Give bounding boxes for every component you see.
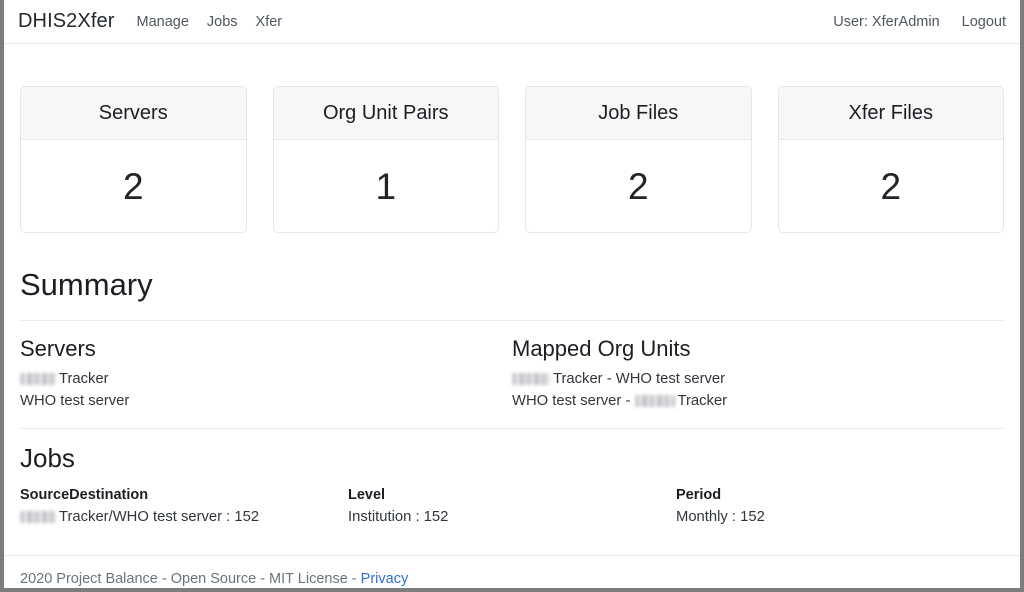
footer-text: 2020 Project Balance - Open Source - MIT… xyxy=(20,571,361,587)
stat-card-value: 2 xyxy=(880,168,901,205)
stat-card-header: Job Files xyxy=(526,87,751,140)
main-container: Servers 2 Org Unit Pairs 1 Job Files xyxy=(4,86,1020,529)
server-name: Tracker xyxy=(59,371,109,387)
stat-card-value: 2 xyxy=(123,168,144,205)
nav-link-manage[interactable]: Manage xyxy=(137,14,189,30)
page-root: DHIS2Xfer Manage Jobs Xfer User: XferAdm… xyxy=(4,0,1020,588)
stat-card-title: Org Unit Pairs xyxy=(323,102,449,125)
redacted-text-block xyxy=(635,395,675,407)
stat-card-value: 2 xyxy=(628,168,649,205)
jobs-column-level: Level Institution : 152 xyxy=(348,485,676,529)
mapped-org-units-heading: Mapped Org Units xyxy=(512,336,1004,362)
org-unit-pair-text: Tracker - WHO test server xyxy=(553,371,725,387)
navbar: DHIS2Xfer Manage Jobs Xfer User: XferAdm… xyxy=(4,0,1020,44)
summary-mapped-org-units-column: Mapped Org Units Tracker - WHO test serv… xyxy=(512,336,1004,412)
jobs-section: Jobs SourceDestination Tracker/WHO test … xyxy=(20,443,1004,529)
org-unit-pair-item: WHO test server - Tracker xyxy=(512,391,1004,413)
stat-card-title: Job Files xyxy=(598,102,678,125)
summary-columns: Servers Tracker WHO test server Mapped O… xyxy=(20,336,1004,412)
servers-heading: Servers xyxy=(20,336,512,362)
jobs-column-value: Tracker/WHO test server : 152 xyxy=(20,507,348,529)
jobs-column-value: Institution : 152 xyxy=(348,507,676,529)
jobs-column-label: SourceDestination xyxy=(20,485,348,506)
jobs-column-source-destination: SourceDestination Tracker/WHO test serve… xyxy=(20,485,348,529)
redacted-text-block xyxy=(512,373,550,385)
nav-links: Manage Jobs Xfer xyxy=(137,14,283,30)
stat-card-row: Servers 2 Org Unit Pairs 1 Job Files xyxy=(20,86,1004,233)
current-user-label: User: XferAdmin xyxy=(833,14,939,30)
jobs-value-text: Tracker/WHO test server : 152 xyxy=(59,509,259,525)
privacy-link[interactable]: Privacy xyxy=(361,571,409,587)
jobs-title: Jobs xyxy=(20,443,1004,474)
redacted-text-block xyxy=(20,373,56,385)
stat-card-xfer-files[interactable]: Xfer Files 2 xyxy=(778,86,1005,233)
org-unit-pair-item: Tracker - WHO test server xyxy=(512,369,1004,391)
stat-card-header: Org Unit Pairs xyxy=(274,87,499,140)
stat-card-servers[interactable]: Servers 2 xyxy=(20,86,247,233)
nav-link-jobs[interactable]: Jobs xyxy=(207,14,238,30)
nav-link-xfer[interactable]: Xfer xyxy=(256,14,283,30)
jobs-value-text: Institution : 152 xyxy=(348,509,448,525)
stat-card-value: 1 xyxy=(375,168,396,205)
stat-card-body: 1 xyxy=(274,140,499,232)
jobs-column-period: Period Monthly : 152 xyxy=(676,485,1004,529)
server-list-item: WHO test server xyxy=(20,391,512,413)
stat-card-title: Xfer Files xyxy=(849,102,933,125)
browser-window-frame: DHIS2Xfer Manage Jobs Xfer User: XferAdm… xyxy=(0,0,1024,592)
logout-link[interactable]: Logout xyxy=(962,14,1006,30)
stat-card-title: Servers xyxy=(99,102,168,125)
footer: 2020 Project Balance - Open Source - MIT… xyxy=(4,556,1020,588)
jobs-divider xyxy=(20,428,1004,429)
jobs-column-label: Level xyxy=(348,485,676,506)
jobs-value-text: Monthly : 152 xyxy=(676,509,765,525)
navbar-right: User: XferAdmin Logout xyxy=(833,14,1006,30)
jobs-column-value: Monthly : 152 xyxy=(676,507,1004,529)
brand-logo[interactable]: DHIS2Xfer xyxy=(18,10,115,33)
summary-divider xyxy=(20,320,1004,321)
server-name: WHO test server xyxy=(20,393,129,409)
jobs-columns: SourceDestination Tracker/WHO test serve… xyxy=(20,485,1004,529)
org-unit-pair-text-before: WHO test server - xyxy=(512,393,635,409)
server-list-item: Tracker xyxy=(20,369,512,391)
redacted-text-block xyxy=(20,511,56,523)
summary-servers-column: Servers Tracker WHO test server xyxy=(20,336,512,412)
summary-title: Summary xyxy=(20,267,1004,303)
stat-card-body: 2 xyxy=(526,140,751,232)
stat-card-org-unit-pairs[interactable]: Org Unit Pairs 1 xyxy=(273,86,500,233)
stat-card-body: 2 xyxy=(779,140,1004,232)
jobs-column-label: Period xyxy=(676,485,1004,506)
stat-card-body: 2 xyxy=(21,140,246,232)
stat-card-header: Servers xyxy=(21,87,246,140)
stat-card-header: Xfer Files xyxy=(779,87,1004,140)
org-unit-pair-text-after: Tracker xyxy=(678,393,728,409)
stat-card-job-files[interactable]: Job Files 2 xyxy=(525,86,752,233)
